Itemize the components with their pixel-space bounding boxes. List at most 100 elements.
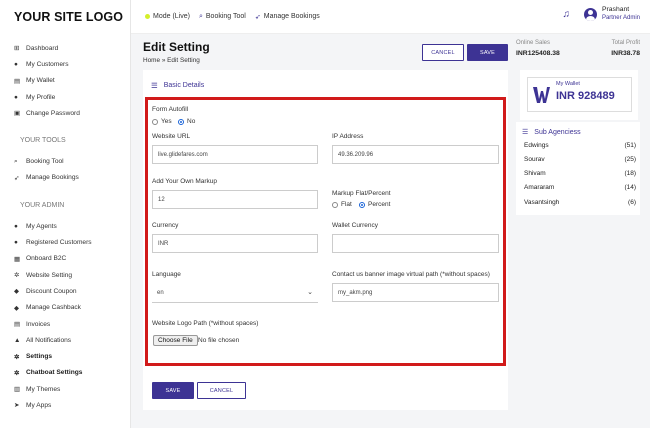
website-url-label: Website URL: [152, 133, 191, 140]
wallet-currency-field[interactable]: [332, 234, 499, 253]
list-item[interactable]: Shivam (18): [524, 170, 636, 177]
choose-file-button[interactable]: Choose File: [153, 335, 198, 346]
sidebar-item-manage-cashback[interactable]: ◆ Manage Cashback: [14, 300, 130, 316]
user-icon: ●: [14, 60, 18, 68]
language-label: Language: [152, 271, 181, 278]
tag-icon: ◆: [14, 288, 19, 296]
autofill-yes-radio[interactable]: Yes: [152, 118, 172, 125]
user-menu[interactable]: Prashant Partner Admin: [602, 5, 640, 23]
tag-icon: ◆: [14, 304, 19, 312]
sidebar-item-change-password[interactable]: ▣ Change Password: [14, 105, 130, 121]
users-icon: ●: [14, 239, 18, 247]
list-item[interactable]: Amararam (14): [524, 184, 636, 191]
sidebar-item-all-notifications[interactable]: ▲ All Notifications: [14, 332, 130, 348]
markup-label: Add Your Own Markup: [152, 178, 218, 185]
gears-icon: ✲: [14, 272, 20, 280]
sidebar-item-booking-tool[interactable]: ⌕ Booking Tool: [14, 153, 130, 169]
autofill-no-radio[interactable]: No: [178, 118, 195, 125]
sub-agencies-header: ☰ Sub Agenciess: [522, 128, 581, 137]
top-bar: Mode (Live) ⌕ Booking Tool ➶ Manage Bookin…: [131, 0, 650, 34]
rocket-icon: ➶: [14, 174, 20, 182]
gear-icon: ✲: [14, 353, 20, 361]
wallet-logo-icon: [533, 87, 550, 103]
section-heading-admin: YOUR ADMIN: [20, 202, 65, 210]
top-nav-booking-tool[interactable]: ⌕ Booking Tool: [199, 13, 246, 21]
sidebar-item-dashboard[interactable]: ⊞ Dashboard: [14, 40, 130, 56]
markup-type-label: Markup Flat/Percent: [332, 190, 391, 197]
invoice-icon: ▤: [14, 321, 21, 328]
sidebar-item-website-setting[interactable]: ✲ Website Setting: [14, 267, 130, 283]
top-nav-manage-bookings[interactable]: ➶ Manage Bookings: [255, 13, 320, 21]
banner-path-label: Contact us banner image virtual path (*w…: [332, 271, 490, 278]
list-item[interactable]: Edwings (51): [524, 142, 636, 149]
list-item[interactable]: Vasantsingh (6): [524, 199, 636, 206]
profile-icon: ●: [14, 93, 18, 101]
building-icon: ▦: [14, 255, 21, 263]
cancel-button-top[interactable]: CANCEL: [422, 44, 464, 61]
sidebar-item-registered-customers[interactable]: ● Registered Customers: [14, 234, 130, 250]
rocket-icon: ➶: [254, 13, 261, 21]
list-icon: ☰: [522, 129, 529, 136]
basic-details-card: ☰ Basic Details Form Autofill Yes No Web…: [143, 70, 508, 410]
currency-field[interactable]: INR: [152, 234, 318, 253]
wallet-balance: INR 928489: [556, 90, 615, 102]
sidebar-item-my-wallet[interactable]: ▤ My Wallet: [14, 73, 130, 89]
save-button-top[interactable]: SAVE: [467, 44, 508, 61]
user-role: Partner Admin: [601, 15, 640, 21]
cancel-button[interactable]: CANCEL: [197, 382, 246, 399]
sidebar-item-my-profile[interactable]: ● My Profile: [14, 89, 130, 105]
live-dot-icon: [145, 14, 150, 19]
sidebar-item-onboard-b2c[interactable]: ▦ Onboard B2C: [14, 251, 130, 267]
sidebar-item-invoices[interactable]: ▤ Invoices: [14, 316, 130, 332]
ip-address-label: IP Address: [332, 133, 364, 140]
markup-percent-radio[interactable]: Percent: [359, 201, 390, 208]
wallet-card[interactable]: My Wallet INR 928489: [520, 70, 638, 120]
sidebar-item-chatboat-settings[interactable]: ✲ Chatboat Settings: [14, 365, 130, 381]
website-url-field[interactable]: live.glidefares.com: [152, 145, 318, 164]
language-select[interactable]: en ⌄: [152, 284, 318, 303]
mode-live-toggle[interactable]: Mode (Live): [145, 13, 190, 20]
save-button[interactable]: SAVE: [152, 382, 194, 399]
sidebar: YOUR SITE LOGO ⊞ Dashboard ● My Customers …: [0, 0, 131, 428]
section-heading-tools: YOUR TOOLS: [20, 137, 66, 145]
total-profit-label: Total Profit: [611, 40, 640, 46]
send-icon: ➤: [14, 402, 20, 410]
wallet-icon: ▤: [14, 77, 21, 85]
sidebar-item-my-apps[interactable]: ➤ My Apps: [14, 397, 130, 413]
lock-icon: ▣: [14, 110, 21, 118]
ip-address-field[interactable]: 49.36.209.96: [332, 145, 499, 164]
total-profit-value: INR38.78: [611, 50, 640, 57]
user-name: Prashant: [601, 6, 630, 13]
list-item[interactable]: Sourav (25): [524, 156, 636, 163]
markup-flat-radio[interactable]: Flat: [332, 201, 352, 208]
bell-icon: ▲: [14, 336, 21, 344]
page-title: Edit Setting: [143, 40, 210, 54]
online-sales-label: Online Sales: [516, 40, 551, 46]
wallet-currency-label: Wallet Currency: [332, 222, 378, 229]
no-file-chosen-text: No file chosen: [198, 337, 240, 344]
sidebar-item-my-customers[interactable]: ● My Customers: [14, 56, 130, 72]
notification-bell-icon[interactable]: ♫: [562, 9, 570, 20]
sidebar-item-settings[interactable]: ✲ Settings: [14, 348, 130, 364]
sidebar-item-my-agents[interactable]: ● My Agents: [14, 218, 130, 234]
wallet-label: My Wallet: [556, 81, 580, 87]
logo-path-label: Website Logo Path (*without spaces): [152, 320, 259, 327]
search-icon: ⌕: [14, 157, 18, 165]
site-logo[interactable]: YOUR SITE LOGO: [0, 0, 130, 34]
breadcrumb[interactable]: Home » Edit Setting: [143, 57, 210, 64]
search-icon: ⌕: [198, 12, 203, 20]
sidebar-item-manage-bookings[interactable]: ➶ Manage Bookings: [14, 170, 130, 186]
form-autofill-label: Form Autofill: [152, 106, 189, 113]
sub-agencies-card: ☰ Sub Agenciess Edwings (51) Sourav (25) S…: [516, 122, 640, 215]
themes-icon: ▥: [14, 386, 21, 394]
online-sales-value: INR125408.38: [516, 50, 560, 57]
sidebar-item-discount-coupon[interactable]: ◆ Discount Coupon: [14, 283, 130, 299]
banner-path-field[interactable]: my_akm.png: [332, 283, 499, 302]
basic-details-header: ☰ Basic Details: [151, 81, 205, 90]
currency-label: Currency: [152, 222, 179, 229]
sidebar-item-my-themes[interactable]: ▥ My Themes: [14, 381, 130, 397]
sales-summary: Online Sales Total Profit INR125408.38 I…: [516, 40, 640, 57]
markup-field[interactable]: 12: [152, 190, 318, 209]
avatar[interactable]: [583, 7, 597, 21]
dashboard-icon: ⊞: [14, 45, 20, 53]
